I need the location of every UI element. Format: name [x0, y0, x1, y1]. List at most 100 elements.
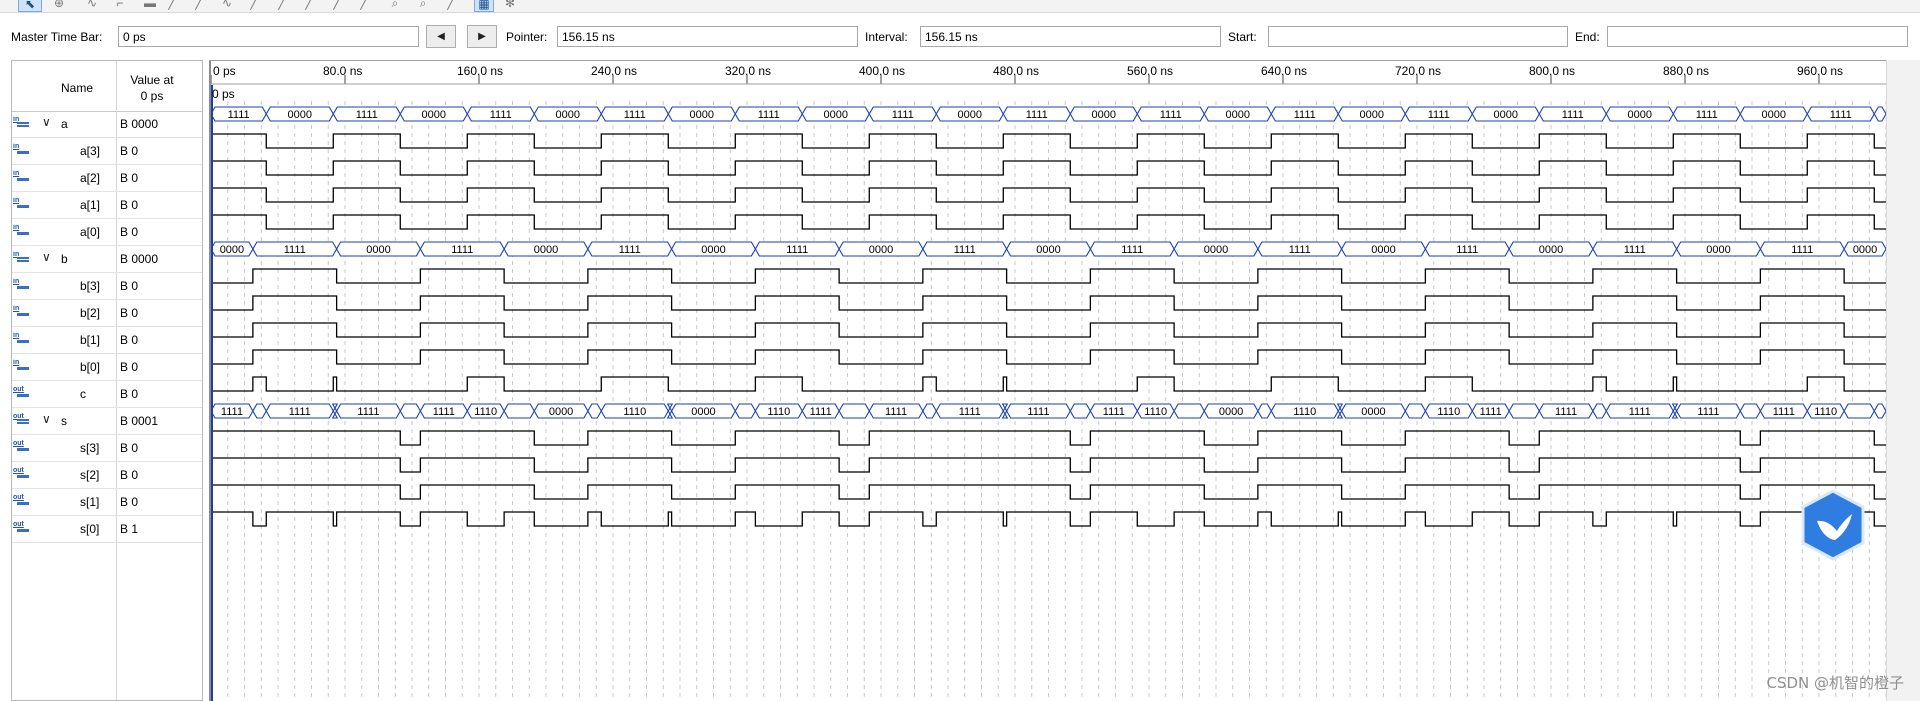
signal-value: B 0 [120, 360, 139, 374]
output-pin-icon: out [13, 521, 32, 537]
tool-icon-10[interactable]: ╱ [302, 0, 316, 10]
interval-field[interactable] [920, 26, 1221, 47]
waveform-canvas[interactable]: 1111 0000 1111 0000 1111 0000 1111 0000 1111 0000… [211, 61, 1886, 701]
signal-row-b3[interactable]: in b[3] B 0 [12, 273, 202, 300]
signal-row-s3[interactable]: out s[3] B 0 [12, 435, 202, 462]
waveform-panel[interactable]: 1111 0000 1111 0000 1111 0000 1111 0000 1111 0000… [209, 60, 1886, 701]
tool-icon-15[interactable]: ╱ [444, 0, 458, 10]
tool-icon-5[interactable]: ╱ [165, 0, 179, 10]
signal-row-b1[interactable]: in b[1] B 0 [12, 327, 202, 354]
signal-name: a[0] [80, 225, 101, 239]
tool-icon-7[interactable]: ∿ [220, 0, 234, 10]
zoom-icon[interactable]: ⊕ [52, 0, 66, 10]
tool-icon-4[interactable]: ▬ [143, 0, 157, 10]
signal-value: B 0 [120, 387, 139, 401]
value-column-header[interactable]: Value at [112, 73, 192, 87]
time-ruler[interactable]: 0 ps 80.0 ns 160.0 ns 240.0 ns 320.0 ns 400.0… [211, 61, 1886, 85]
master-time-bar-field[interactable] [118, 26, 419, 47]
signal-value: B 0 [120, 333, 139, 347]
snap-icon[interactable]: ✻ [503, 0, 517, 10]
signal-value: B 0 [120, 198, 139, 212]
b-bus-wave-value: 0000 [1539, 244, 1563, 256]
chevron-down-icon[interactable]: ∨ [42, 412, 51, 426]
tool-icon-9[interactable]: ╱ [275, 0, 289, 10]
signal-row-a0[interactable]: in a[0] B 0 [12, 219, 202, 246]
signal-row-a[interactable]: in ∨ a B 0000 [12, 111, 202, 138]
pointer-field[interactable] [557, 26, 858, 47]
signal-row-b0[interactable]: in b[0] B 0 [12, 354, 202, 381]
a-bus-wave-value: 0000 [824, 109, 848, 121]
time-ruler-label: 640.0 ns [1261, 64, 1308, 78]
s-bus-wave-value: 1111 [1027, 406, 1049, 418]
signal-name: b [61, 252, 68, 266]
interval-label: Interval: [865, 30, 908, 44]
tool-icon-11[interactable]: ╱ [330, 0, 344, 10]
vertical-scrollbar[interactable] [1886, 60, 1920, 701]
tool-icon-12[interactable]: ╱ [357, 0, 371, 10]
tool-icon-6[interactable]: ╱ [192, 0, 206, 10]
signal-name: b[1] [80, 333, 101, 347]
input-bus-icon: in [13, 116, 32, 132]
signal-row-s2[interactable]: out s[2] B 0 [12, 462, 202, 489]
chevron-down-icon[interactable]: ∨ [42, 115, 51, 129]
b-bus-wave-value: 1111 [1289, 244, 1311, 256]
select-icon[interactable]: ⬉ [18, 0, 42, 12]
zoom-out-icon[interactable]: ⌕ [416, 0, 430, 10]
signal-row-s0[interactable]: out s[0] B 1 [12, 516, 202, 543]
a-bus-wave-value: 1111 [1830, 109, 1852, 121]
a-bus-wave-value: 1111 [892, 109, 914, 121]
signal-row-b[interactable]: in ∨ b B 0000 [12, 246, 202, 273]
signal-row-b2[interactable]: in b[2] B 0 [12, 300, 202, 327]
signal-value: B 0 [120, 225, 139, 239]
time-ruler-label: 240.0 ns [591, 64, 638, 78]
a-bus-wave-value: 0000 [1628, 109, 1652, 121]
name-column-header[interactable]: Name [61, 81, 93, 95]
s-bus-wave-value: 1111 [1103, 406, 1125, 418]
signal-name: b[2] [80, 306, 101, 320]
time-ruler-label: 0 ps [213, 64, 236, 78]
edit-wave-icon[interactable]: ∿ [84, 0, 100, 10]
a-bus-wave-value: 0000 [1494, 109, 1518, 121]
b-bus-wave-value: 0000 [220, 244, 244, 256]
a-bus-wave-value: 0000 [288, 109, 312, 121]
signal-row-c[interactable]: out c B 0 [12, 381, 202, 408]
s-bus-wave-segment [1404, 403, 1427, 419]
zoom-fit-icon[interactable]: ⌕ [388, 0, 402, 10]
s-bus-wave-segment [1508, 403, 1540, 419]
time-ruler-label: 960.0 ns [1797, 64, 1844, 78]
s-bus-wave-segment [1739, 403, 1762, 419]
s-bus-wave-value: 1111 [1555, 406, 1577, 418]
end-field[interactable] [1607, 26, 1908, 47]
signal-row-a2[interactable]: in a[2] B 0 [12, 165, 202, 192]
tool-icon-8[interactable]: ╱ [247, 0, 261, 10]
s-bus-wave-segment [838, 403, 870, 419]
s-bus-wave-value: 1110 [1293, 406, 1316, 418]
previous-transition-button[interactable]: ◀ [426, 25, 456, 48]
output-bus-icon: out [13, 413, 32, 429]
s-bus-wave-segment [922, 403, 937, 419]
signal-row-a1[interactable]: in a[1] B 0 [12, 192, 202, 219]
start-field[interactable] [1268, 26, 1568, 47]
s-bus-wave-value: 1111 [221, 406, 243, 418]
tool-icon-3[interactable]: ⌐ [113, 0, 127, 10]
chevron-down-icon[interactable]: ∨ [42, 250, 51, 264]
grid-icon[interactable]: ▦ [474, 0, 494, 12]
s-bus-wave-segment [399, 403, 422, 419]
input-pin-icon: in [13, 332, 32, 348]
signal-row-a3[interactable]: in a[3] B 0 [12, 138, 202, 165]
next-transition-button[interactable]: ▶ [467, 25, 497, 48]
s-bus-wave-value: 1111 [1629, 406, 1651, 418]
s-bus-wave-value: 1111 [1773, 406, 1795, 418]
b-bus-wave-value: 1111 [1624, 244, 1646, 256]
signal-row-s1[interactable]: out s[1] B 0 [12, 489, 202, 516]
s-bus-wave-value: 1111 [433, 406, 455, 418]
signal-row-s[interactable]: out ∨ s B 0001 [12, 408, 202, 435]
bird-badge-icon [1801, 489, 1865, 561]
b-bus-wave-value: 1111 [1121, 244, 1143, 256]
b-bus-wave-value: 1111 [786, 244, 808, 256]
signal-value: B 0000 [120, 252, 159, 266]
a-bus-wave-value: 1111 [1294, 109, 1316, 121]
current-time-label: 0 ps [212, 87, 235, 101]
s-bus-wave-segment [503, 403, 535, 419]
signal-name: s[2] [80, 468, 100, 482]
